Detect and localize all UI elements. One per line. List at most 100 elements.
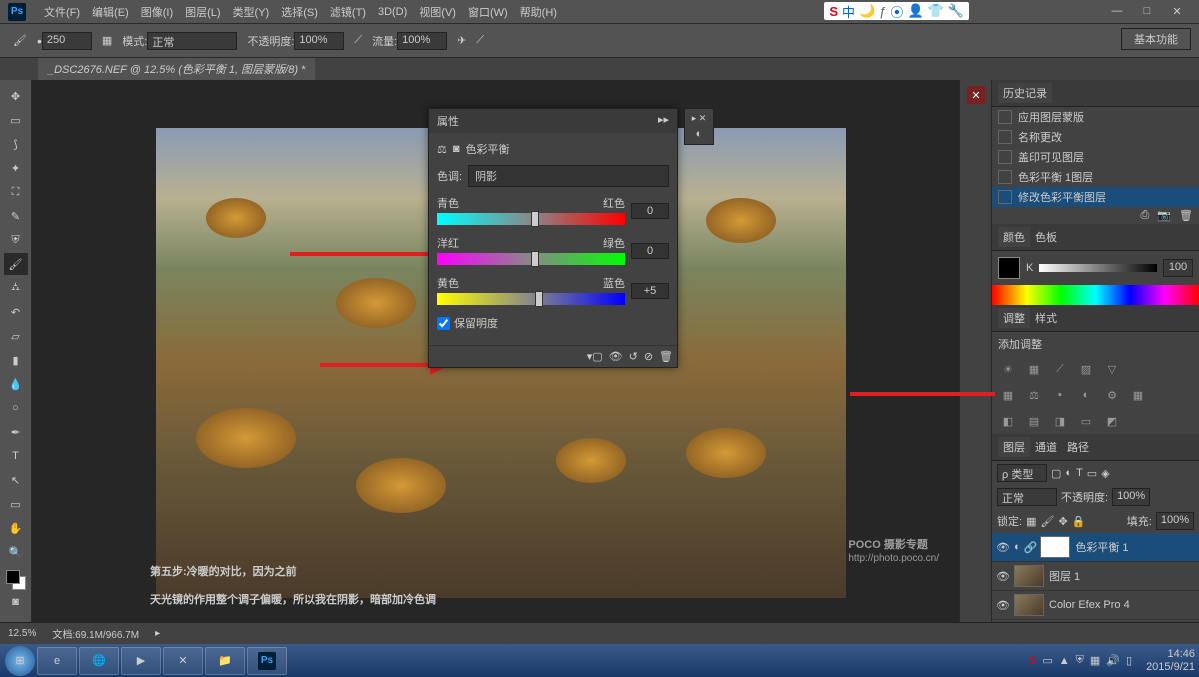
history-item[interactable]: 应用图层蒙版 bbox=[992, 107, 1199, 127]
adjustments-tab[interactable]: 调整 bbox=[998, 308, 1030, 328]
invert-icon[interactable]: ◧ bbox=[998, 412, 1018, 430]
brush-tool-icon[interactable]: 🖌 bbox=[13, 34, 27, 47]
filter-shape-icon[interactable]: ▭ bbox=[1087, 467, 1097, 480]
layer-filter[interactable]: ρ 类型 bbox=[997, 464, 1047, 482]
status-chevron-icon[interactable]: ▸ bbox=[155, 628, 160, 639]
opacity-input[interactable]: 100% bbox=[294, 32, 344, 50]
close-button[interactable]: ✕ bbox=[1163, 2, 1191, 20]
toggle-icon[interactable]: ⊘ bbox=[644, 350, 653, 363]
brightness-icon[interactable]: ☀ bbox=[998, 360, 1018, 378]
layer-opacity[interactable]: 100% bbox=[1112, 488, 1150, 506]
flow-input[interactable]: 100% bbox=[397, 32, 447, 50]
link-icon[interactable]: 🔗 bbox=[1024, 541, 1038, 554]
clip-icon[interactable]: ▾▢ bbox=[587, 350, 603, 363]
history-brush-tool[interactable]: ↶ bbox=[4, 301, 28, 323]
menu-image[interactable]: 图像(I) bbox=[135, 4, 179, 20]
dock-close-icon[interactable]: ✕ bbox=[967, 86, 985, 104]
wrench-icon[interactable]: 🔧 bbox=[948, 3, 964, 19]
hsl-icon[interactable]: ▦ bbox=[998, 386, 1018, 404]
chmixer-icon[interactable]: ⚙ bbox=[1102, 386, 1122, 404]
tray-up-icon[interactable]: ▲ bbox=[1059, 655, 1070, 667]
tray-flag-icon[interactable]: ▭ bbox=[1042, 654, 1052, 667]
color-tab[interactable]: 颜色 bbox=[998, 227, 1030, 247]
tray-batt-icon[interactable]: ▯ bbox=[1126, 654, 1132, 667]
layer-thumb[interactable] bbox=[1014, 594, 1044, 616]
pen-tool[interactable]: ✒ bbox=[4, 421, 28, 443]
view-prev-icon[interactable]: 👁 bbox=[609, 350, 623, 363]
tray-ime-icon[interactable]: S bbox=[1029, 655, 1036, 667]
explorer-icon[interactable]: 📁 bbox=[205, 647, 245, 675]
levels-icon[interactable]: ▦ bbox=[1024, 360, 1044, 378]
mini-close-icon[interactable]: ▸ ✕ bbox=[692, 113, 707, 124]
workspace-button[interactable]: 基本功能 bbox=[1121, 28, 1191, 50]
menu-view[interactable]: 视图(V) bbox=[413, 4, 462, 20]
k-slider[interactable] bbox=[1039, 264, 1157, 272]
properties-panel[interactable]: 属性 ▸▸ ⚖ ◙ 色彩平衡 色调: 阴影 青色红色 0 洋红绿色 bbox=[428, 108, 678, 368]
ie-icon[interactable]: e bbox=[37, 647, 77, 675]
lasso-tool[interactable]: ⟆ bbox=[4, 133, 28, 155]
hand-tool[interactable]: ✋ bbox=[4, 517, 28, 539]
menu-help[interactable]: 帮助(H) bbox=[514, 4, 563, 20]
brush-panel-icon[interactable]: ▦ bbox=[102, 34, 112, 47]
mask-icon[interactable]: ◙ bbox=[453, 143, 460, 155]
selcolor-icon[interactable]: ◩ bbox=[1102, 412, 1122, 430]
magenta-green-slider[interactable] bbox=[437, 253, 625, 265]
fill-value[interactable]: 100% bbox=[1156, 512, 1194, 530]
mask-thumb[interactable] bbox=[1040, 536, 1070, 558]
layer-thumb[interactable] bbox=[1014, 565, 1044, 587]
mode-select[interactable]: 正常 bbox=[147, 32, 237, 50]
lut-icon[interactable]: ▦ bbox=[1128, 386, 1148, 404]
minimize-button[interactable]: — bbox=[1103, 2, 1131, 20]
history-item[interactable]: 修改色彩平衡图层 bbox=[992, 187, 1199, 207]
pressure-opacity-icon[interactable]: ⟋ bbox=[354, 34, 362, 47]
pressure-size-icon[interactable]: ⟋ bbox=[476, 34, 484, 47]
lock-pos-icon[interactable]: ✥ bbox=[1058, 515, 1067, 528]
marquee-tool[interactable]: ▭ bbox=[4, 109, 28, 131]
layer-name[interactable]: 色彩平衡 1 bbox=[1075, 539, 1128, 555]
gradient-tool[interactable]: ▮ bbox=[4, 349, 28, 371]
color-swatch[interactable] bbox=[6, 570, 26, 590]
curves-icon[interactable]: ⟋ bbox=[1050, 360, 1070, 378]
yellow-blue-value[interactable]: +5 bbox=[631, 283, 669, 299]
swatches-tab[interactable]: 色板 bbox=[1030, 227, 1062, 247]
filter-smart-icon[interactable]: ◈ bbox=[1101, 467, 1109, 480]
menu-type[interactable]: 类型(Y) bbox=[227, 4, 276, 20]
cyan-red-slider[interactable] bbox=[437, 213, 625, 225]
preserve-luminosity-checkbox[interactable] bbox=[437, 317, 450, 330]
history-item[interactable]: 名称更改 bbox=[992, 127, 1199, 147]
brush-tool[interactable]: 🖌 bbox=[4, 253, 28, 275]
visibility-icon[interactable]: 👁 bbox=[996, 541, 1010, 554]
tone-select[interactable]: 阴影 bbox=[468, 165, 669, 187]
crop-tool[interactable]: ⛶ bbox=[4, 181, 28, 203]
lock-paint-icon[interactable]: 🖌 bbox=[1040, 515, 1054, 528]
lock-all-icon[interactable]: 🔒 bbox=[1072, 515, 1086, 528]
posterize-icon[interactable]: ▤ bbox=[1024, 412, 1044, 430]
dodge-tool[interactable]: ○ bbox=[4, 397, 28, 419]
collapsed-dock[interactable]: ✕ bbox=[959, 80, 991, 644]
layer-name[interactable]: Color Efex Pro 4 bbox=[1049, 599, 1130, 611]
photoshop-taskbar-icon[interactable]: Ps bbox=[247, 647, 287, 675]
lang-icon[interactable]: 中 bbox=[842, 2, 855, 21]
ime-icon-bar[interactable]: S 中 🌙 ƒ ⦿ 👤 👕 🔧 bbox=[824, 2, 969, 20]
history-item[interactable]: 盖印可见图层 bbox=[992, 147, 1199, 167]
color-ramp[interactable] bbox=[992, 285, 1199, 305]
lock-trans-icon[interactable]: ▦ bbox=[1026, 515, 1036, 528]
path-tool[interactable]: ↖ bbox=[4, 469, 28, 491]
filter-txt-icon[interactable]: T bbox=[1076, 467, 1083, 479]
layer-name[interactable]: 图层 1 bbox=[1049, 568, 1080, 584]
text-tool[interactable]: T bbox=[4, 445, 28, 467]
zoom-level[interactable]: 12.5% bbox=[8, 628, 36, 639]
brush-preset[interactable]: • 250 bbox=[37, 32, 92, 50]
menu-select[interactable]: 选择(S) bbox=[275, 4, 324, 20]
yellow-blue-slider[interactable] bbox=[437, 293, 625, 305]
tray-shield-icon[interactable]: ⛨ bbox=[1076, 654, 1084, 667]
heal-tool[interactable]: ⛨ bbox=[4, 229, 28, 251]
menu-filter[interactable]: 滤镜(T) bbox=[324, 4, 372, 20]
eyedropper-tool[interactable]: ✎ bbox=[4, 205, 28, 227]
zoom-tool[interactable]: 🔍 bbox=[4, 541, 28, 563]
bw-icon[interactable]: ▪ bbox=[1050, 386, 1070, 404]
trash-icon[interactable]: 🗑 bbox=[1179, 209, 1193, 222]
visibility-icon[interactable]: 👁 bbox=[996, 599, 1010, 612]
airbrush-icon[interactable]: ✈ bbox=[457, 34, 466, 47]
filter-adj-icon[interactable]: ◐ bbox=[1065, 467, 1072, 479]
